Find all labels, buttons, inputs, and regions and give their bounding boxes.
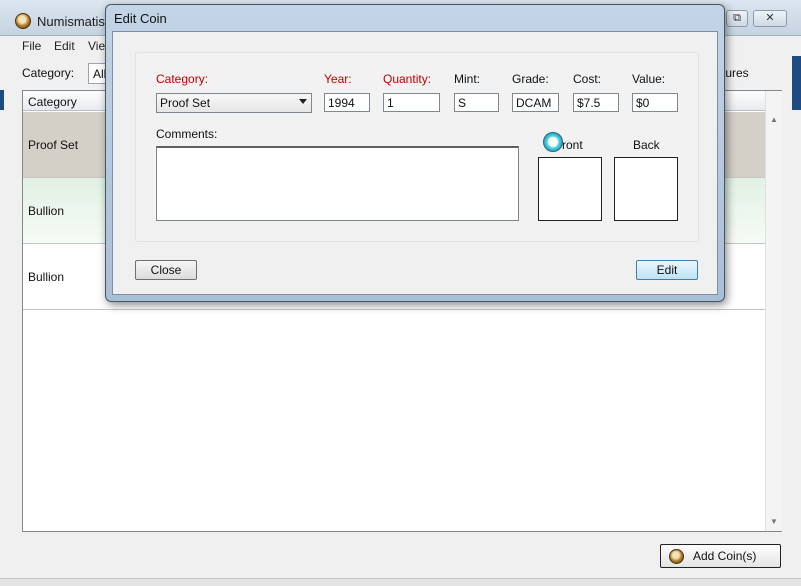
add-coin-button[interactable]: Add Coin(s) — [660, 544, 781, 568]
scroll-down-icon[interactable]: ▼ — [770, 517, 778, 526]
grid-scrollbar[interactable]: ▲ ▼ — [765, 91, 782, 531]
front-image-box[interactable] — [538, 157, 602, 221]
year-label: Year: — [324, 72, 352, 86]
back-label: Back — [633, 138, 660, 152]
busy-spinner-icon — [543, 132, 563, 152]
category-select-value: Proof Set — [160, 96, 211, 110]
mint-label: Mint: — [454, 72, 481, 86]
front-label: ront — [562, 138, 583, 152]
dialog-client-area: Category: Year: Quantity: Mint: Grade: C… — [112, 31, 718, 295]
maximize-button[interactable]: ⧉ — [726, 10, 748, 27]
comments-field[interactable] — [156, 146, 519, 221]
quantity-label: Quantity: — [383, 72, 432, 86]
menu-view[interactable]: Vie — [88, 39, 105, 53]
cost-field[interactable] — [573, 93, 619, 112]
value-label: Value: — [632, 72, 666, 86]
menu-edit[interactable]: Edit — [54, 39, 75, 53]
grade-label: Grade: — [512, 72, 549, 86]
category-cell: Bullion — [28, 204, 65, 218]
category-select[interactable]: Proof Set — [156, 93, 312, 113]
main-window-title: Numismatist — [37, 14, 109, 29]
close-button[interactable]: Close — [135, 260, 197, 280]
category-label: Category: — [156, 72, 209, 86]
add-coin-label: Add Coin(s) — [693, 549, 757, 563]
menu-file[interactable]: File — [22, 39, 41, 53]
category-cell: Bullion — [28, 270, 65, 284]
category-filter-label: Category: — [22, 66, 75, 80]
scroll-up-icon[interactable]: ▲ — [770, 115, 778, 124]
year-field[interactable] — [324, 93, 370, 112]
background-window-edge — [792, 56, 801, 110]
comments-label: Comments: — [156, 127, 218, 141]
coin-icon — [669, 549, 684, 564]
close-window-button[interactable]: ✕ — [753, 10, 787, 27]
mint-field[interactable] — [454, 93, 499, 112]
quantity-field[interactable] — [383, 93, 440, 112]
grade-field[interactable] — [512, 93, 559, 112]
value-field[interactable] — [632, 93, 678, 112]
cost-label: Cost: — [573, 72, 602, 86]
background-window-edge — [0, 90, 4, 110]
dialog-title: Edit Coin — [114, 11, 167, 26]
status-bar — [0, 578, 801, 586]
chevron-down-icon — [299, 99, 307, 104]
edit-button[interactable]: Edit — [636, 260, 698, 280]
category-cell: Proof Set — [28, 138, 79, 152]
coin-details-panel: Category: Year: Quantity: Mint: Grade: C… — [135, 52, 699, 242]
column-header-category[interactable]: Category — [28, 95, 77, 109]
edit-coin-dialog: Edit Coin Category: Year: Quantity: Mint… — [105, 4, 725, 302]
coin-app-icon — [15, 13, 31, 29]
back-image-box[interactable] — [614, 157, 678, 221]
